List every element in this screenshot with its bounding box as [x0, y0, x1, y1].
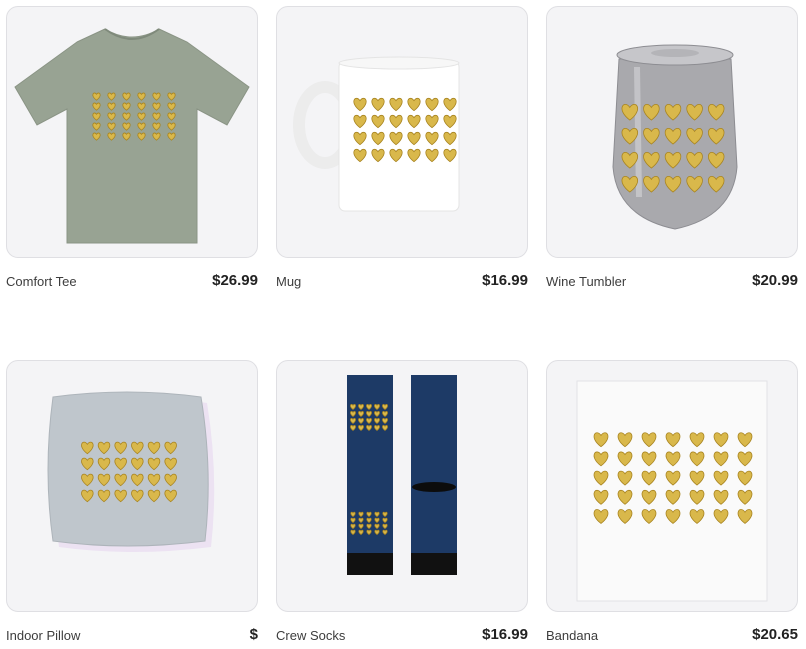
product-image-indoor-pillow[interactable]	[6, 360, 258, 612]
product-name[interactable]: Crew Socks	[276, 628, 345, 643]
product-price: $26.99	[212, 272, 258, 289]
product-name[interactable]: Indoor Pillow	[6, 628, 80, 643]
product-image-crew-socks[interactable]	[276, 360, 528, 612]
product-name[interactable]: Mug	[276, 274, 301, 289]
product-price: $20.99	[752, 272, 798, 289]
product-image-bandana[interactable]	[546, 360, 798, 612]
product-image-mug[interactable]	[276, 6, 528, 258]
product-name[interactable]: Bandana	[546, 628, 598, 643]
product-price: $20.65	[752, 626, 798, 643]
product-image-wine-tumbler[interactable]	[546, 6, 798, 258]
product-price: $16.99	[482, 272, 528, 289]
product-image-comfort-tee[interactable]	[6, 6, 258, 258]
product-name[interactable]: Comfort Tee	[6, 274, 77, 289]
product-name[interactable]: Wine Tumbler	[546, 274, 626, 289]
product-price: $16.99	[482, 626, 528, 643]
product-price: $	[249, 626, 258, 643]
